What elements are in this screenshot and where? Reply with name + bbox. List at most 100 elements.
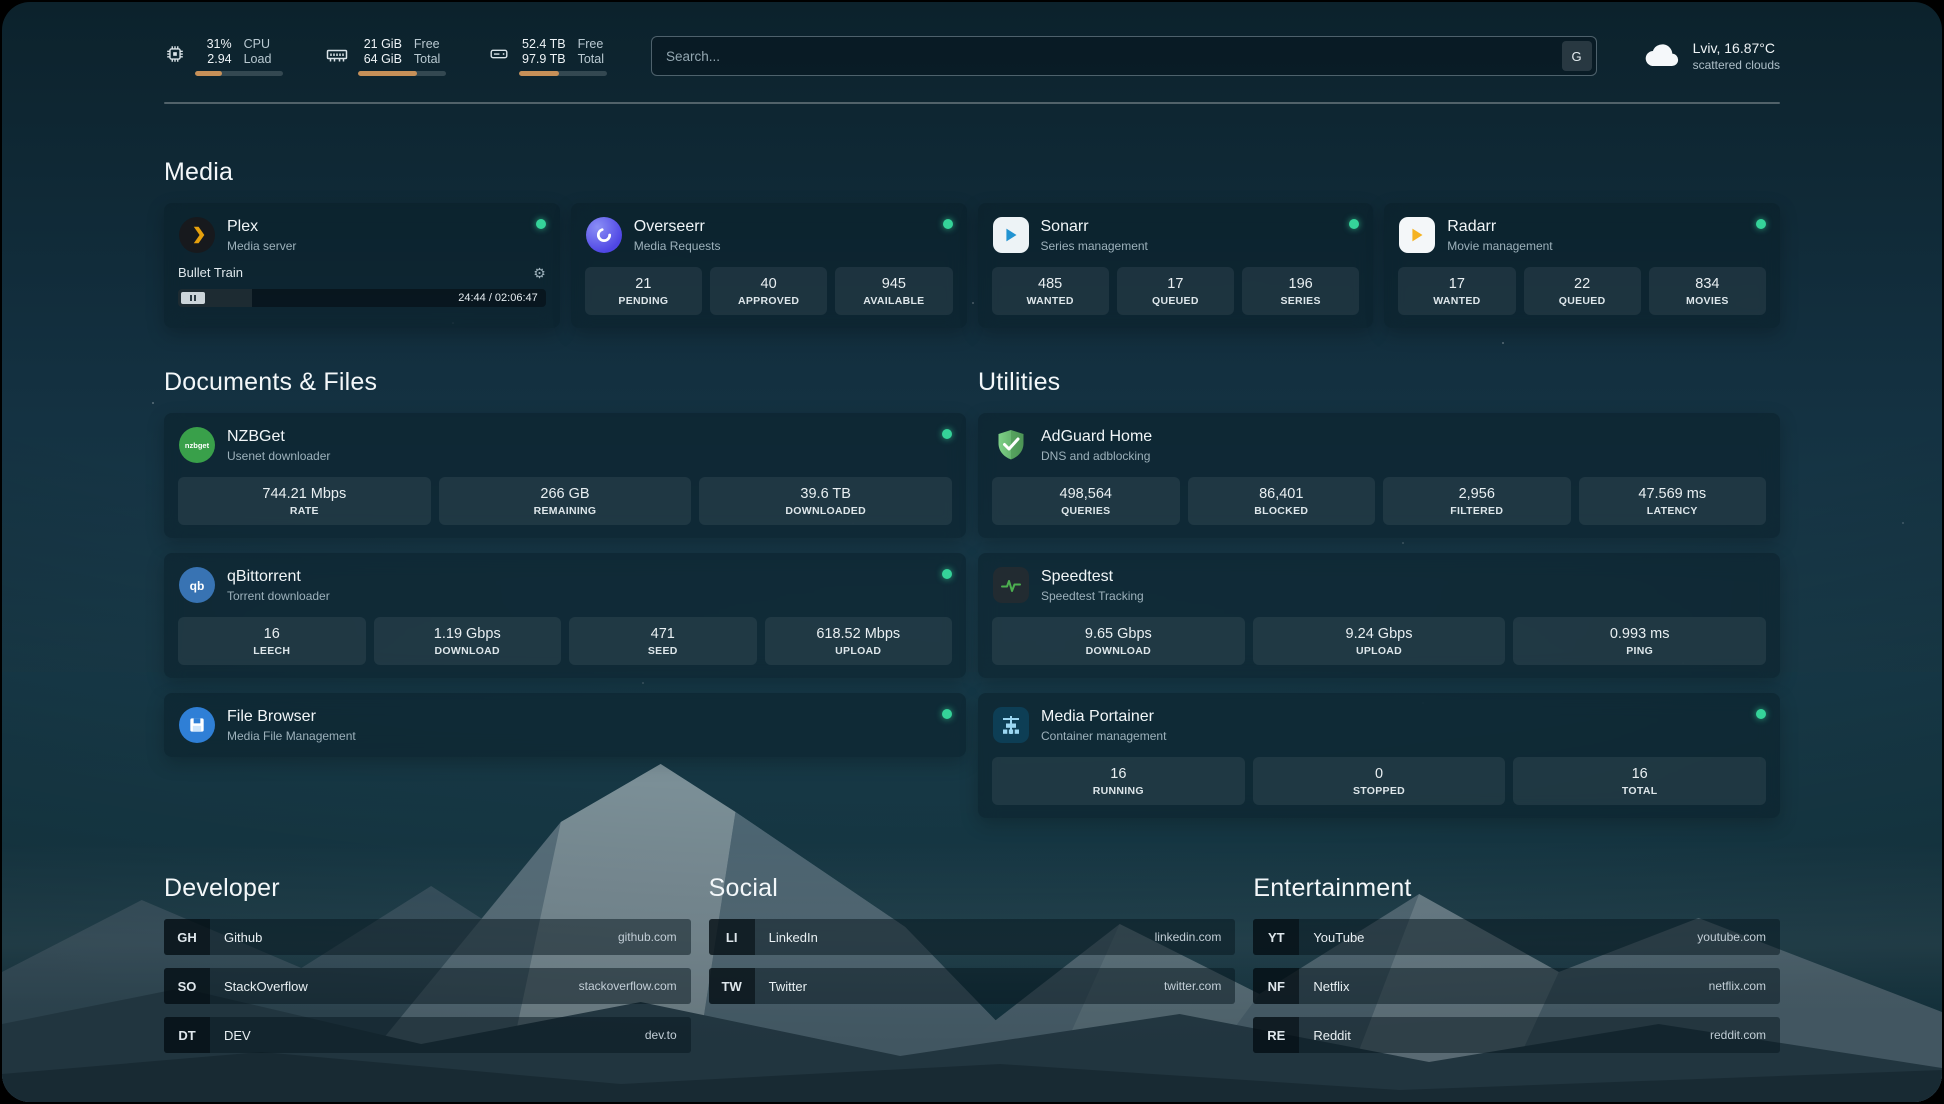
bookmark-group-developer: Developer GHGithubgithub.com SOStackOverfl… (164, 874, 691, 1066)
bookmark-netflix[interactable]: NFNetflixnetflix.com (1253, 968, 1780, 1004)
service-card-radarr[interactable]: RadarrMovie management17WANTED22QUEUED83… (1384, 203, 1780, 328)
overseerr-icon (585, 216, 623, 254)
service-desc: Series management (1041, 239, 1148, 253)
service-card-speedtest[interactable]: SpeedtestSpeedtest Tracking9.65 GbpsDOWN… (978, 553, 1780, 678)
stat-seed: 471SEED (569, 617, 757, 665)
service-text: NZBGetUsenet downloader (227, 428, 330, 463)
bookmark-url: youtube.com (1697, 930, 1766, 944)
service-card-overseerr[interactable]: OverseerrMedia Requests 21PENDING40APPROV… (571, 203, 967, 328)
service-text: File BrowserMedia File Management (227, 708, 356, 743)
bookmark-linkedin[interactable]: LILinkedInlinkedin.com (709, 919, 1236, 955)
stat-value: 22 (1528, 276, 1637, 292)
disk-total-label: Total (578, 52, 607, 66)
now-playing-title-row: Bullet Train⚙ (178, 265, 546, 280)
stat-label: DOWNLOAD (378, 645, 558, 657)
service-name: Sonarr (1041, 218, 1148, 236)
stat-label: PENDING (589, 295, 698, 307)
stat-label: STOPPED (1257, 785, 1502, 797)
stat-label: PING (1517, 645, 1762, 657)
gear-icon[interactable]: ⚙ (533, 266, 546, 280)
bookmark-reddit[interactable]: RERedditreddit.com (1253, 1017, 1780, 1053)
bookmark-group-social: SocialLILinkedInlinkedin.comTWTwittertwi… (709, 874, 1236, 1066)
stat-value: 471 (573, 626, 753, 642)
playback-progress-bar[interactable]: 24:44 / 02:06:47 (178, 289, 546, 307)
cpu-load-label: Load (244, 52, 283, 66)
service-card-filebrowser[interactable]: File BrowserMedia File Management (164, 693, 966, 757)
stat-queued: 17QUEUED (1117, 267, 1234, 315)
stat-label: QUEUED (1528, 295, 1637, 307)
disk-progress-bar (519, 71, 607, 76)
nzbget-icon: nzbget (178, 426, 216, 464)
pause-icon[interactable] (181, 292, 205, 304)
bookmark-abbr: YT (1253, 919, 1299, 955)
disk-widget: 52.4 TB Free 97.9 TB Total (488, 37, 607, 76)
section-title-developer: Developer (164, 874, 691, 903)
radarr-icon (1398, 216, 1436, 254)
bookmark-url: twitter.com (1164, 979, 1221, 993)
stat-ping: 0.993 ms PING (1513, 617, 1766, 665)
stat-row: 16LEECH1.19 GbpsDOWNLOAD471SEED618.52 Mb… (178, 617, 952, 665)
documents-section: Documents & Files nzbget NZBGetUsenet dow… (164, 368, 966, 757)
bookmark-stackoverflow[interactable]: SOStackOverflowstackoverflow.com (164, 968, 691, 1004)
stat-upload: 618.52 MbpsUPLOAD (765, 617, 953, 665)
stat-row: 485WANTED17QUEUED196SERIES (992, 267, 1360, 315)
weather-widget[interactable]: Lviv, 16.87°C scattered clouds (1643, 39, 1780, 74)
service-card-sonarr[interactable]: Sonarr Series management 485WANTED17QUEUED… (978, 203, 1374, 328)
bookmark-dev[interactable]: DTDEVdev.to (164, 1017, 691, 1053)
status-dot-online (942, 569, 952, 579)
service-card-plex[interactable]: PlexMedia serverBullet Train⚙24:44 / 02:… (164, 203, 560, 328)
bookmarks-area: Developer GHGithubgithub.com SOStackOverfl… (164, 874, 1780, 1066)
service-text: AdGuard HomeDNS and adblocking (1041, 428, 1152, 463)
stat-value: 0.993 ms (1517, 626, 1762, 642)
section-title-entertainment: Entertainment (1253, 874, 1780, 903)
stat-queries: 498,564QUERIES (992, 477, 1180, 525)
service-name: Speedtest (1041, 568, 1144, 586)
memory-widget: 21 GiB Free 64 GiB Total (325, 37, 446, 76)
stat-label: BLOCKED (1192, 505, 1372, 517)
divider (164, 102, 1780, 104)
stat-value: 47.569 ms (1583, 486, 1763, 502)
stat-value: 17 (1121, 276, 1230, 292)
stat-total: 16TOTAL (1513, 757, 1766, 805)
stat-value: 17 (1402, 276, 1511, 292)
cloud-icon (1643, 39, 1681, 74)
stat-row: 744.21 MbpsRATE266 GBREMAINING39.6 TBDOW… (178, 477, 952, 525)
search-input[interactable] (651, 36, 1597, 76)
stat-blocked: 86,401BLOCKED (1188, 477, 1376, 525)
cpu-widget: 31% CPU 2.94 Load (164, 37, 283, 76)
bookmark-twitter[interactable]: TWTwittertwitter.com (709, 968, 1236, 1004)
svg-text:qb: qb (190, 579, 205, 593)
service-desc: Speedtest Tracking (1041, 589, 1144, 603)
stat-row: 21PENDING40APPROVED945AVAILABLE (585, 267, 953, 315)
service-card-adguard[interactable]: AdGuard HomeDNS and adblocking 498,564QUE… (978, 413, 1780, 538)
service-text: OverseerrMedia Requests (634, 218, 721, 253)
service-card-qbittorrent[interactable]: qbqBittorrentTorrent downloader16LEECH1.… (164, 553, 966, 678)
status-dot-online (1756, 709, 1766, 719)
bookmark-github[interactable]: GHGithubgithub.com (164, 919, 691, 955)
speedtest-icon (992, 566, 1030, 604)
weather-condition: scattered clouds (1693, 58, 1780, 72)
cpu-label: CPU (244, 37, 283, 51)
stat-available: 945AVAILABLE (835, 267, 952, 315)
bookmark-abbr: GH (164, 919, 210, 955)
search-provider-button[interactable]: G (1562, 41, 1592, 71)
svg-text:nzbget: nzbget (185, 441, 210, 450)
section-title-media: Media (164, 158, 1780, 187)
service-card-nzbget[interactable]: nzbgetNZBGetUsenet downloader744.21 Mbps… (164, 413, 966, 538)
service-desc: DNS and adblocking (1041, 449, 1152, 463)
stat-pending: 21PENDING (585, 267, 702, 315)
stat-stopped: 0STOPPED (1253, 757, 1506, 805)
stat-label: RATE (182, 505, 427, 517)
service-card-portainer[interactable]: Media PortainerContainer management16RUN… (978, 693, 1780, 818)
section-title-documents: Documents & Files (164, 368, 966, 397)
status-dot-online (536, 219, 546, 229)
disk-total: 97.9 TB (519, 52, 566, 66)
search-bar: G (651, 36, 1597, 76)
bookmark-name: DEV (224, 1028, 251, 1043)
stat-label: QUERIES (996, 505, 1176, 517)
bookmark-name: Reddit (1313, 1028, 1351, 1043)
bookmark-youtube[interactable]: YTYouTubeyoutube.com (1253, 919, 1780, 955)
stat-value: 16 (1517, 766, 1762, 782)
stat-remaining: 266 GBREMAINING (439, 477, 692, 525)
stat-running: 16RUNNING (992, 757, 1245, 805)
